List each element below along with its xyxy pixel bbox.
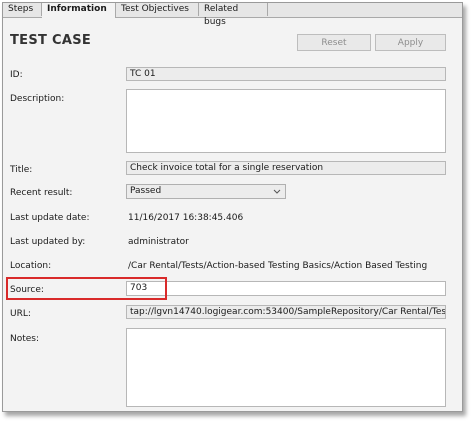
reset-button[interactable]: Reset: [297, 34, 371, 51]
recent-result-select[interactable]: Passed: [126, 184, 286, 199]
recent-result-label: Recent result:: [10, 188, 73, 198]
id-label: ID:: [10, 70, 23, 80]
description-field[interactable]: [126, 89, 446, 153]
last-update-date-label: Last update date:: [10, 213, 90, 223]
url-field: tap://lgvn14740.logigear.com:53400/Sampl…: [126, 305, 446, 319]
title-field: Check invoice total for a single reserva…: [126, 161, 446, 175]
title-label: Title:: [10, 165, 33, 175]
notes-field[interactable]: [126, 328, 446, 407]
recent-result-value: Passed: [130, 186, 162, 196]
last-updated-by-label: Last updated by:: [10, 237, 86, 247]
apply-button[interactable]: Apply: [375, 34, 446, 51]
tab-related-bugs[interactable]: Related bugs: [199, 3, 268, 27]
chevron-down-icon: [273, 185, 281, 198]
tab-bar: Steps Information Test Objectives Relate…: [3, 3, 462, 27]
location-value: /Car Rental/Tests/Action-based Testing B…: [128, 261, 428, 271]
source-field[interactable]: 703: [126, 281, 446, 296]
tab-information[interactable]: Information: [42, 3, 116, 18]
location-label: Location:: [10, 261, 52, 271]
tab-test-objectives[interactable]: Test Objectives: [116, 3, 199, 16]
last-updated-by-value: administrator: [128, 237, 189, 247]
source-highlight-box: [6, 277, 167, 300]
page-title: TEST CASE: [10, 33, 92, 48]
tab-steps[interactable]: Steps: [3, 3, 42, 16]
notes-label: Notes:: [10, 334, 40, 344]
test-case-panel: Steps Information Test Objectives Relate…: [2, 2, 463, 412]
description-label: Description:: [10, 94, 65, 104]
id-field: TC 01: [126, 67, 446, 81]
url-label: URL:: [10, 309, 31, 319]
last-update-date-value: 11/16/2017 16:38:45.406: [128, 213, 244, 223]
